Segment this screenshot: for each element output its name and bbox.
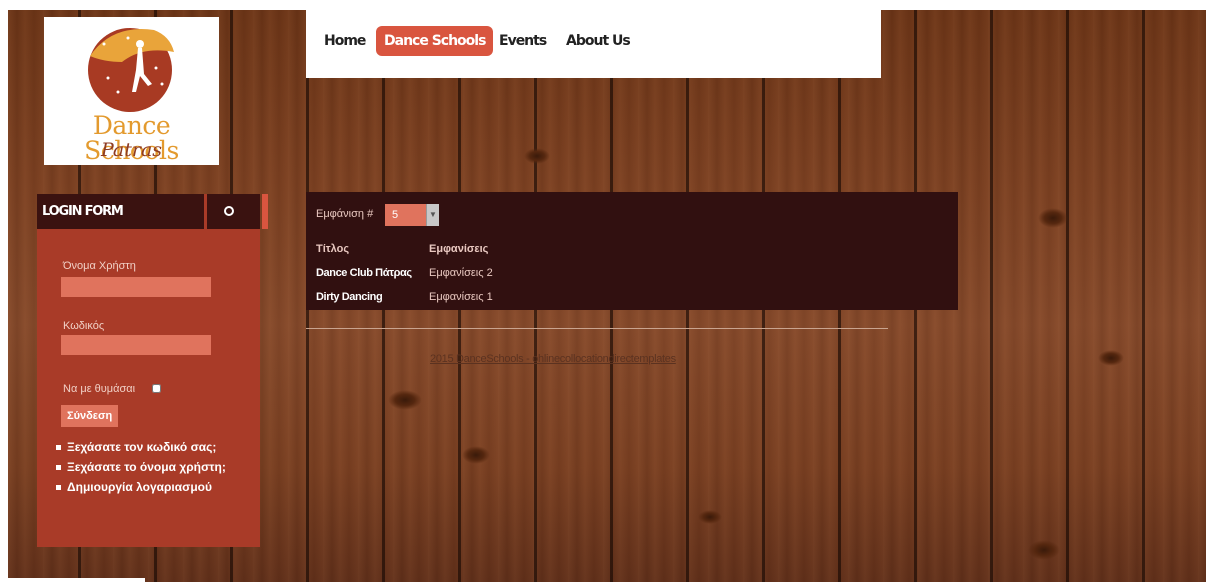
login-button[interactable]: Σύνδεση: [61, 405, 119, 427]
row-hits: Εμφανίσεις 1: [429, 291, 493, 303]
header-accent: [262, 194, 268, 229]
remember-checkbox[interactable]: [152, 384, 161, 393]
footer-link[interactable]: 2015 DanceSchools - ohlinecollocationdir…: [430, 353, 676, 365]
chevron-down-icon: ▼: [426, 204, 439, 226]
column-header-title[interactable]: Τίτλος: [316, 243, 349, 255]
username-label: Όνομα Χρήστη: [63, 260, 136, 272]
header-divider: [204, 194, 207, 229]
wood-knot: [1038, 208, 1068, 228]
display-count-label: Εμφάνιση #: [316, 208, 374, 220]
nav-dance-schools[interactable]: Dance Schools: [376, 26, 494, 56]
nav-home[interactable]: Home: [316, 26, 373, 56]
logo-subtitle: Patras: [100, 139, 163, 161]
username-field[interactable]: [61, 277, 211, 297]
password-label: Κωδικός: [63, 320, 105, 332]
footer-divider: [306, 328, 888, 329]
login-links: Ξεχάσατε τον κωδικό σας; Ξεχάσατε το όνο…: [55, 439, 255, 499]
remember-label: Να με θυμάσαι: [63, 383, 136, 395]
page-background: Dance Schools Patras Home Dance Schools …: [8, 10, 1206, 582]
password-field[interactable]: [61, 335, 211, 355]
nav-events[interactable]: Events: [491, 26, 554, 56]
results-panel: Εμφάνιση # 5 ▼ Τίτλος Εμφανίσεις Dance C…: [306, 192, 958, 310]
login-title: LOGIN FORM: [42, 204, 124, 219]
row-title[interactable]: Dance Club Πάτρας: [316, 267, 412, 279]
create-account-link[interactable]: Δημιουργία λογαριασμού: [55, 479, 255, 495]
dancer-logo-icon: [88, 28, 174, 112]
wood-knot: [1098, 350, 1124, 366]
site-logo[interactable]: Dance Schools Patras: [44, 17, 219, 165]
display-count-select[interactable]: 5 ▼: [385, 204, 439, 226]
wood-knot: [462, 446, 490, 464]
row-hits: Εμφανίσεις 2: [429, 267, 493, 279]
bottom-strip: [0, 578, 145, 582]
forgot-password-link[interactable]: Ξεχάσατε τον κωδικό σας;: [55, 439, 255, 455]
row-title[interactable]: Dirty Dancing: [316, 291, 383, 303]
forgot-username-link[interactable]: Ξεχάσατε το όνομα χρήστη;: [55, 459, 255, 475]
nav-about-us[interactable]: About Us: [558, 26, 638, 56]
wood-knot: [388, 390, 422, 410]
column-header-hits[interactable]: Εμφανίσεις: [429, 243, 488, 255]
display-count-value: 5: [392, 209, 399, 221]
bullet-icon: [56, 485, 61, 490]
wood-knot: [698, 510, 722, 524]
bullet-icon: [56, 445, 61, 450]
main-nav: Home Dance Schools Events About Us: [306, 10, 881, 78]
wood-knot: [524, 148, 550, 164]
bullet-icon: [56, 465, 61, 470]
login-form: LOGIN FORM Όνομα Χρήστη Κωδικός Να με θυ…: [37, 194, 268, 547]
wood-knot: [1028, 540, 1060, 560]
gear-icon[interactable]: [224, 206, 234, 216]
login-header: LOGIN FORM: [37, 194, 260, 229]
